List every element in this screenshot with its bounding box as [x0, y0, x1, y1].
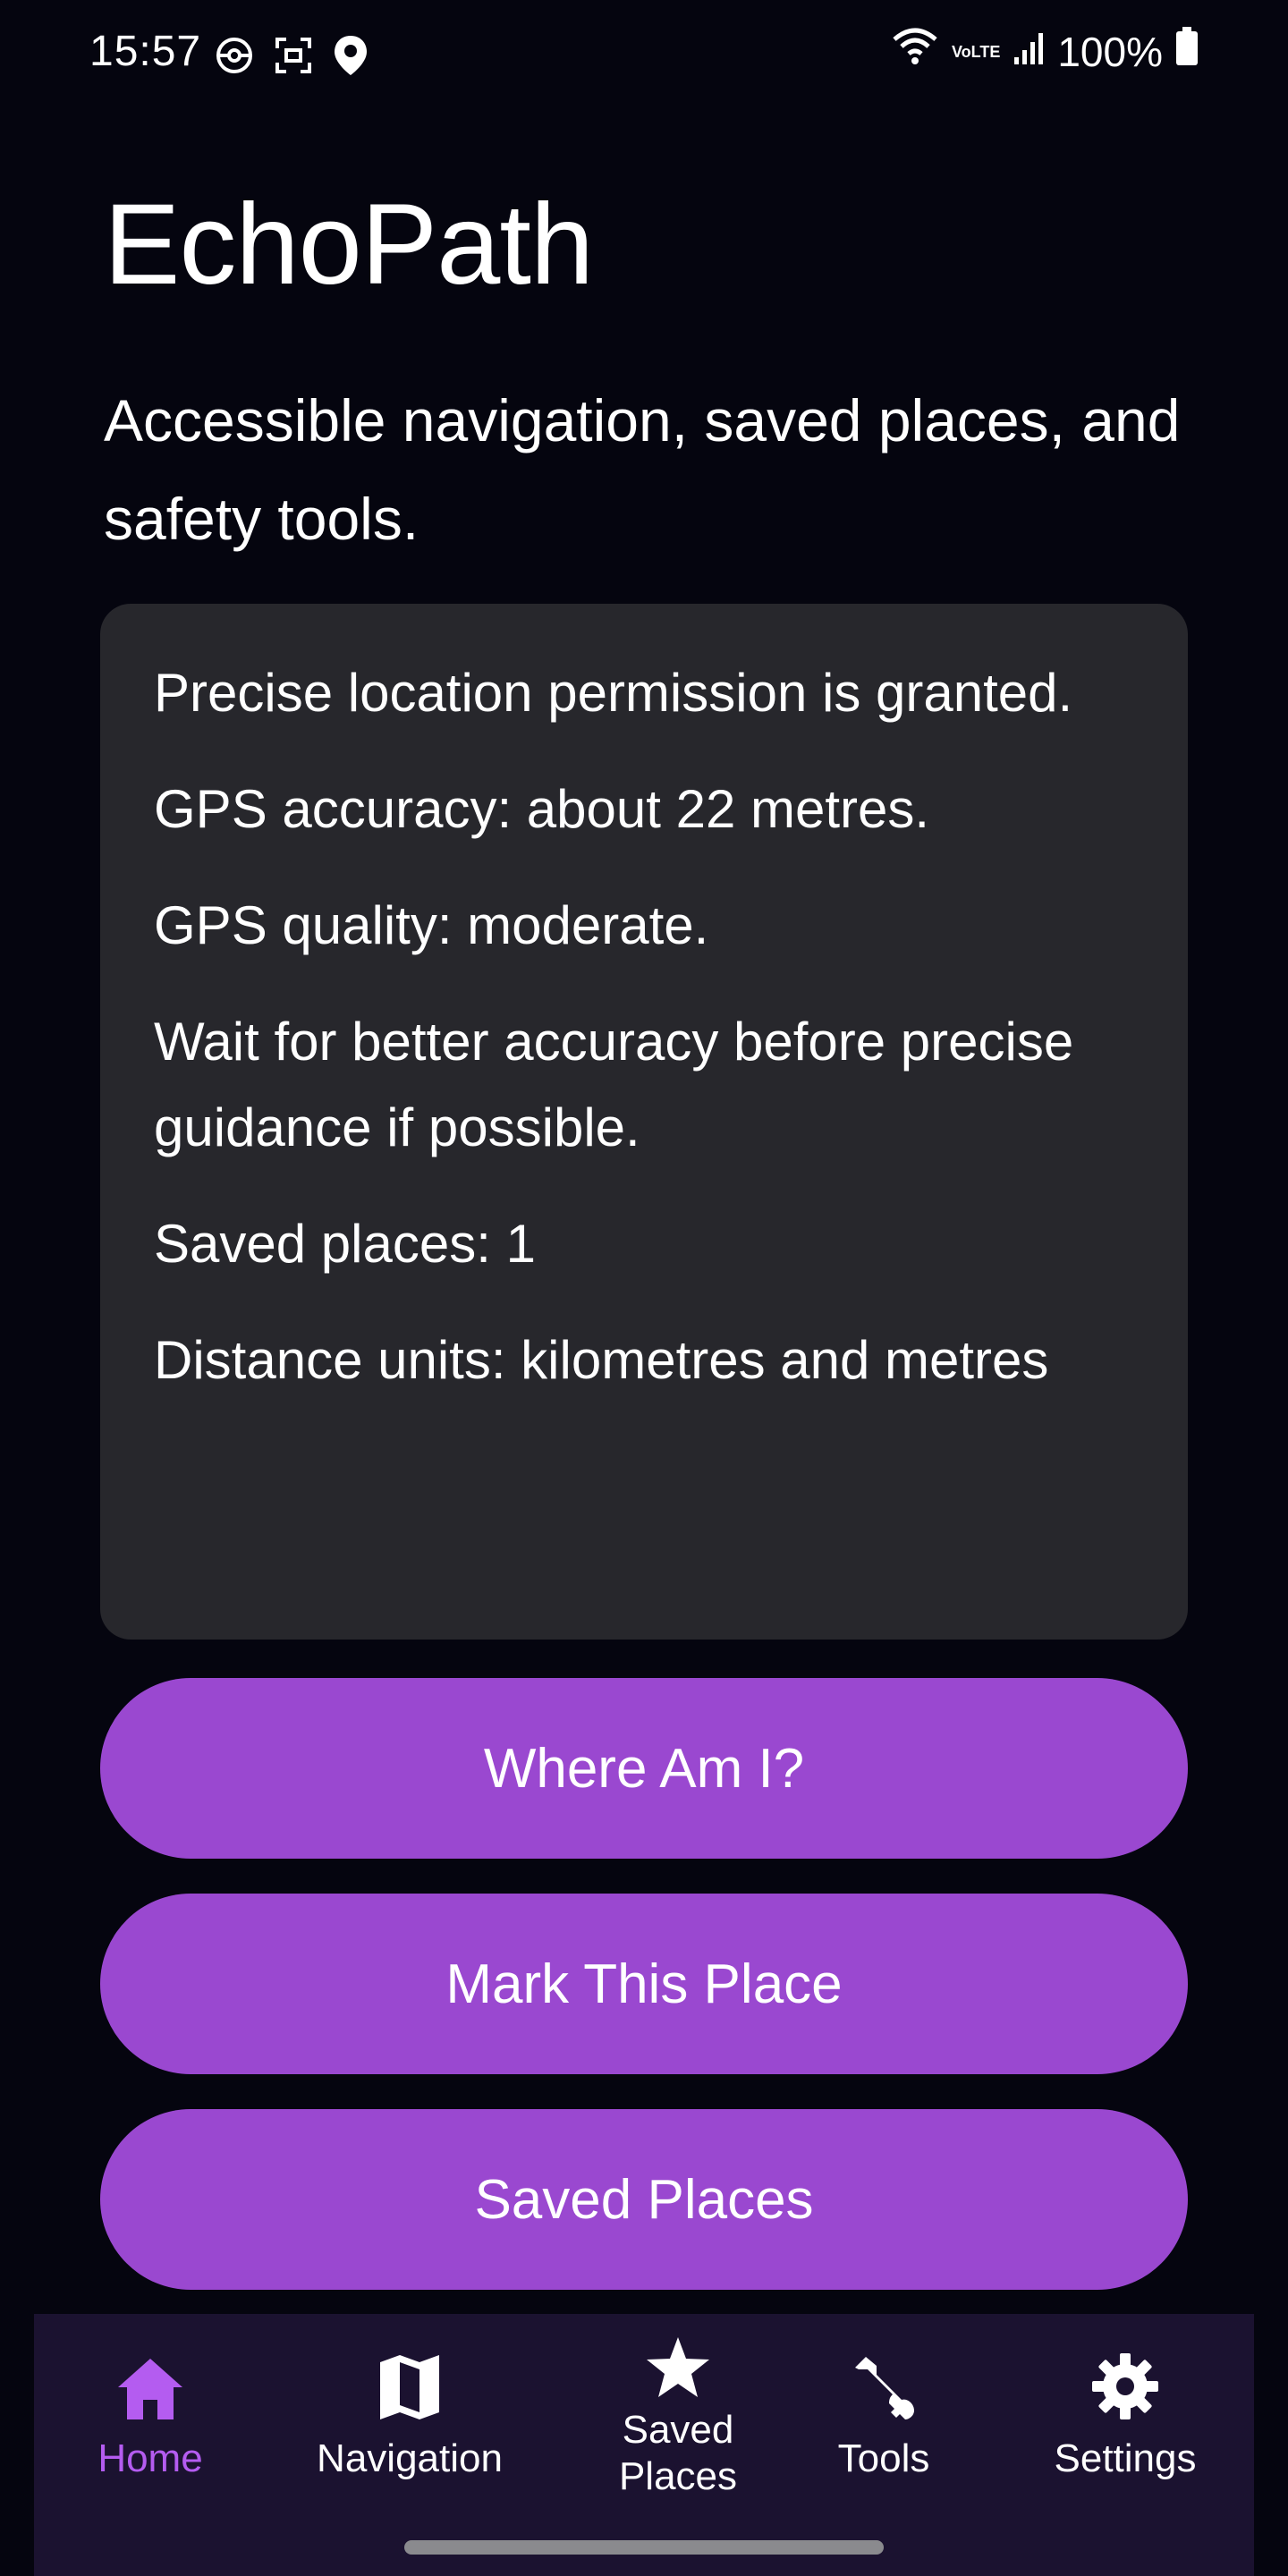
signal-icon	[1013, 28, 1045, 76]
volte-indicator: VoLTE	[952, 42, 1001, 61]
status-right: VoLTE 100%	[891, 27, 1199, 76]
home-icon	[116, 2341, 184, 2421]
gps-quality: GPS quality: moderate.	[154, 895, 709, 955]
nav-label-saved-places: Saved Places	[618, 2408, 738, 2498]
nav-item-tools[interactable]: Tools	[794, 2314, 973, 2482]
nav-label-home: Home	[97, 2436, 203, 2480]
sync-icon	[215, 36, 254, 80]
status-bar: 15:57 VoLTE 100%	[0, 0, 1288, 113]
nav-item-settings[interactable]: Settings	[1027, 2314, 1224, 2482]
distance-units: Distance units: kilometres and metres	[154, 1330, 1049, 1390]
location-pin-icon	[333, 34, 369, 81]
nav-item-navigation[interactable]: Navigation	[302, 2314, 517, 2482]
nav-label-tools: Tools	[837, 2436, 930, 2480]
status-left-icons	[215, 34, 369, 81]
screenshot-icon	[274, 36, 313, 80]
gear-icon	[1090, 2341, 1160, 2421]
nav-item-home[interactable]: Home	[70, 2314, 231, 2482]
star-icon	[645, 2330, 711, 2400]
where-am-i-button[interactable]: Where Am I?	[100, 1678, 1188, 1859]
gps-accuracy: GPS accuracy: about 22 metres.	[154, 779, 930, 839]
status-info-card: Precise location permission is granted. …	[100, 604, 1188, 1640]
permission-status: Precise location permission is granted.	[154, 663, 1073, 723]
mark-this-place-button[interactable]: Mark This Place	[100, 1894, 1188, 2074]
wrench-icon	[850, 2341, 918, 2421]
battery-percentage: 100%	[1057, 28, 1163, 75]
home-indicator[interactable]	[404, 2540, 884, 2555]
status-time: 15:57	[89, 28, 202, 75]
app-subtitle: Accessible navigation, saved places, and…	[104, 387, 1181, 552]
accuracy-advice: Wait for better accuracy before precise …	[154, 1012, 1074, 1157]
nav-label-settings: Settings	[1054, 2436, 1197, 2480]
nav-label-navigation: Navigation	[317, 2436, 503, 2480]
battery-icon	[1175, 27, 1199, 76]
map-icon	[378, 2341, 441, 2421]
saved-places-count: Saved places: 1	[154, 1214, 536, 1274]
bottom-navigation: Home Navigation Saved Places Tools Setti…	[34, 2314, 1254, 2576]
app-title: EchoPath	[104, 181, 594, 309]
nav-item-saved-places[interactable]: Saved Places	[562, 2314, 794, 2500]
saved-places-button[interactable]: Saved Places	[100, 2109, 1188, 2290]
wifi-icon	[891, 27, 939, 76]
